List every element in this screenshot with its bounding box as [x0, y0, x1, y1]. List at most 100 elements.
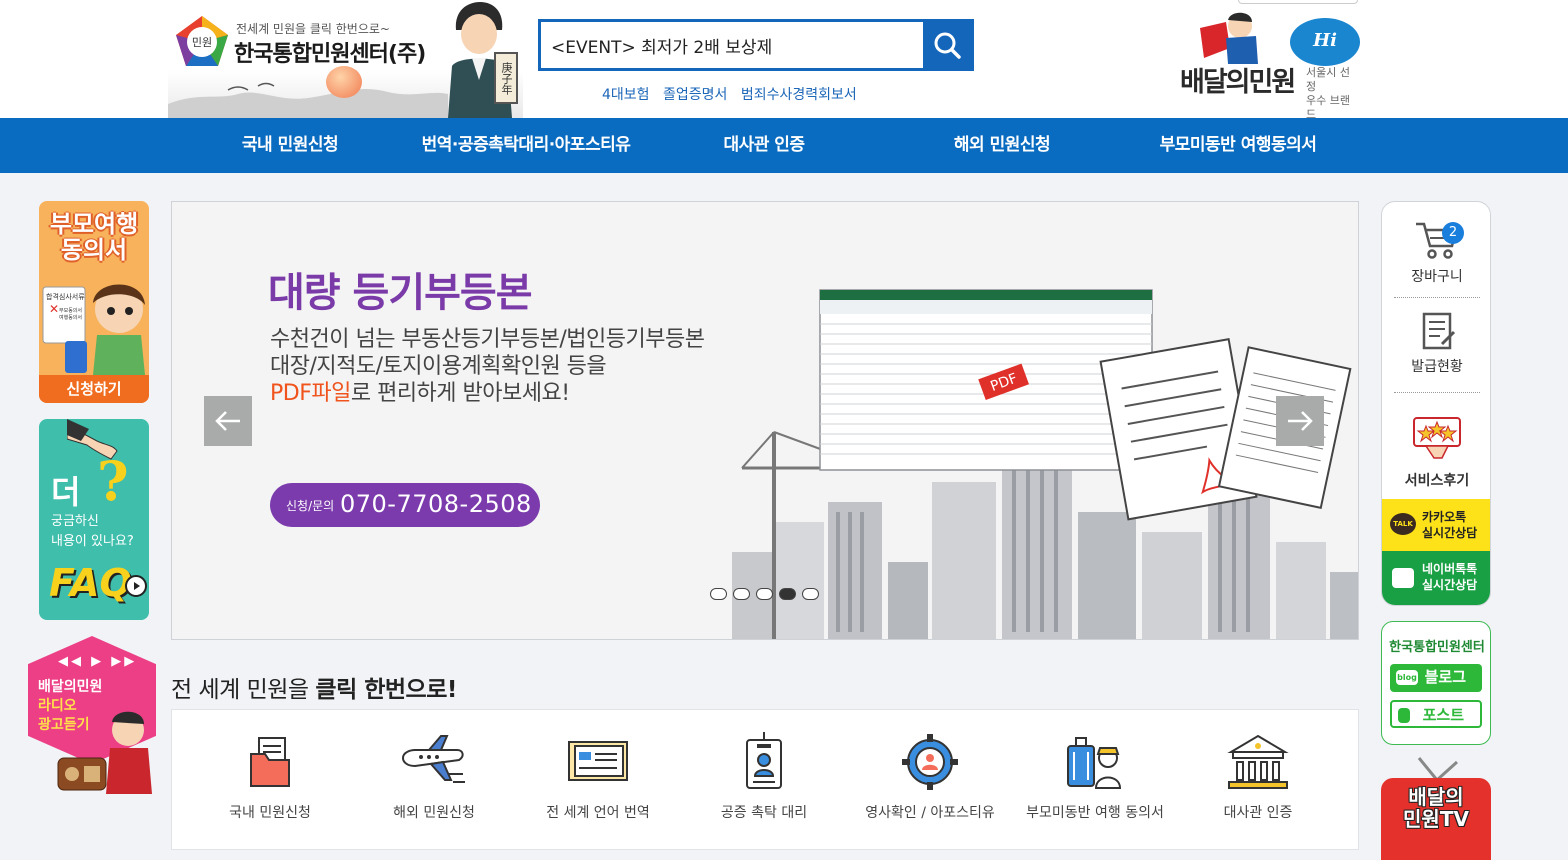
contact-number: 070-7708-2508	[340, 490, 532, 518]
menu-divider	[1394, 392, 1480, 393]
nav-travel-consent[interactable]: 부모미동반 여행동의서	[1160, 118, 1317, 173]
faq-ad[interactable]: 더 ? 궁금하신 내용이 있나요? FAQ	[39, 419, 149, 620]
service-embassy[interactable]: 대사관 인증	[1178, 710, 1338, 851]
faq-line1: 궁금하신	[51, 514, 99, 529]
consent-title-line2: 동의서	[60, 236, 128, 264]
service-notary[interactable]: 공증 촉탁 대리	[684, 710, 844, 851]
service-apostille[interactable]: 영사확인 / 아포스티유	[850, 710, 1010, 851]
blog-box-header: 한국통합민원센터	[1389, 640, 1485, 655]
post-button[interactable]: 포스트	[1390, 700, 1482, 728]
quick-link-criminal-record[interactable]: 범죄수사경력회보서	[741, 87, 857, 103]
svg-text:합격심사서류: 합격심사서류	[46, 292, 85, 301]
cart-count-badge: 2	[1442, 222, 1464, 244]
question-mark-icon: ?	[97, 449, 129, 513]
service-label: 영사확인 / 아포스티유	[865, 805, 995, 821]
tv-line1: 배달의	[1408, 785, 1464, 809]
blog-label: 블로그	[1424, 668, 1466, 686]
hi-seoul-logo: Hi Seoul	[1290, 18, 1360, 97]
blog-links-box: 한국통합민원센터 blog 블로그 포스트	[1381, 621, 1491, 745]
logo-name: 한국통합민원센터(주)	[234, 42, 426, 67]
radio-controls-icon: ◀◀ ▶ ▶▶	[58, 654, 138, 669]
service-label: 대사관 인증	[1223, 805, 1293, 821]
pentagon-logo-icon: 민원	[176, 16, 228, 66]
service-translation[interactable]: 전 세계 언어 번역	[518, 710, 678, 851]
services-title-plain: 전 세계 민원을	[171, 677, 316, 703]
banner-next-button[interactable]	[1276, 396, 1324, 446]
review-button[interactable]: 서비스후기	[1382, 406, 1490, 496]
main-nav: 국내 민원신청 번역·공증촉탁대리·아포스티유 대사관 인증 해외 민원신청 부…	[0, 118, 1568, 173]
brand-badge[interactable]: Hi Seoul 배달의민원 서울시 선정 우수 브랜드	[1178, 0, 1360, 121]
search-input[interactable]	[541, 22, 925, 68]
brand-name: 배달의민원	[1180, 67, 1296, 98]
header: 민원 전세계 민원을 클릭 한번으로~ 한국통합민원센터(주) 庚子年 4대보험…	[0, 0, 1568, 121]
nav-embassy[interactable]: 대사관 인증	[723, 118, 805, 173]
travel-consent-ad[interactable]: 부모여행 동의서 합격심사서류 ✕ 부모동의서 여행동의서 신청하기	[39, 201, 149, 403]
nav-overseas[interactable]: 해외 민원신청	[954, 118, 1051, 173]
contact-pill[interactable]: 신청/문의 070-7708-2508	[270, 483, 540, 527]
slide-dot-4[interactable]	[779, 588, 796, 600]
blog-icon: blog	[1396, 670, 1418, 685]
banner-desc-line3-rest: 로 편리하게 받아보세요!	[350, 381, 570, 406]
slide-dot-3[interactable]	[756, 588, 773, 600]
quick-link-insurance[interactable]: 4대보험	[602, 87, 650, 103]
service-travel-consent[interactable]: 부모미동반 여행 동의서	[1015, 710, 1175, 851]
service-overseas[interactable]: 해외 민원신청	[354, 710, 514, 851]
quick-link-graduation[interactable]: 졸업증명서	[663, 87, 727, 103]
nav-translation[interactable]: 번역·공증촉탁대리·아포스티유	[422, 118, 631, 173]
radio-line1: 배달의민원	[38, 679, 103, 695]
search-button[interactable]	[923, 22, 971, 68]
issue-status-button[interactable]: 발급현황	[1382, 310, 1490, 388]
youtube-tv-ad[interactable]: 배달의 민원TV	[1381, 756, 1491, 860]
services-box: 국내 민원신청 해외 민원신청 전 세계 언어 번역 공증 촉탁 대리 영사확인…	[171, 709, 1359, 850]
play-icon	[125, 575, 147, 597]
brand-subtitle: 서울시 선정 우수 브랜드	[1306, 66, 1360, 122]
top-login-bar	[1238, 0, 1358, 4]
airplane-icon	[401, 735, 465, 783]
banner-prev-button[interactable]	[204, 396, 252, 446]
site-logo[interactable]: 민원 전세계 민원을 클릭 한번으로~ 한국통합민원센터(주) 庚子年	[168, 0, 523, 118]
translation-document-icon	[568, 741, 628, 781]
banner-headline: 대량 등기부등본	[268, 270, 533, 316]
faq-line2: 내용이 있나요?	[51, 534, 134, 549]
kakao-line1: 카카오톡	[1422, 510, 1467, 524]
mountain-ink-icon	[168, 82, 448, 118]
service-label: 공증 촉탁 대리	[720, 805, 808, 821]
svg-text:✕: ✕	[49, 302, 59, 316]
naver-talk-icon	[1392, 568, 1414, 588]
girl-with-document-icon: 합격심사서류 ✕ 부모동의서 여행동의서	[42, 284, 145, 375]
services-title: 전 세계 민원을 클릭 한번으로!	[171, 670, 457, 704]
kakao-talk-icon: TALK	[1390, 513, 1416, 535]
contact-label: 신청/문의	[286, 499, 335, 513]
nav-domestic[interactable]: 국내 민원신청	[242, 118, 339, 173]
consent-apply-button[interactable]: 신청하기	[39, 375, 149, 403]
kakao-chat-button[interactable]: TALK 카카오톡 실시간상담	[1382, 499, 1490, 551]
arrow-right-icon	[1288, 411, 1313, 431]
service-label: 전 세계 언어 번역	[546, 805, 650, 821]
svg-text:여행동의서: 여행동의서	[59, 314, 82, 321]
quick-links: 4대보험 졸업증명서 범죄수사경력회보서	[602, 84, 866, 104]
consent-title-line1: 부모여행	[49, 210, 139, 238]
post-label: 포스트	[1422, 706, 1464, 724]
banner-desc-line2: 대장/지적도/토지이용계획확인원 등을	[270, 354, 607, 379]
radio-ad[interactable]: ◀◀ ▶ ▶▶ 배달의민원 라디오 광고듣기	[28, 636, 156, 794]
consent-ad-title: 부모여행 동의서	[39, 211, 149, 263]
radio-mascot-icon	[57, 711, 152, 794]
banner-desc-line3: PDF파일로 편리하게 받아보세요!	[270, 380, 704, 407]
slide-dot-2[interactable]	[733, 588, 750, 600]
issue-status-label: 발급현황	[1411, 359, 1463, 375]
svg-text:민원: 민원	[192, 36, 212, 49]
slide-dot-5[interactable]	[802, 588, 819, 600]
review-stars-icon	[1413, 417, 1461, 459]
service-domestic[interactable]: 국내 민원신청	[190, 710, 350, 851]
city-documents-illustration: PDF	[732, 289, 1358, 639]
naver-talk-button[interactable]: 네이버톡톡 실시간상담	[1382, 551, 1490, 605]
cart-button[interactable]: 2 장바구니	[1382, 218, 1490, 296]
right-quick-menu: 2 장바구니 발급현황 서비스후기 TALK 카카오톡 실시간상담 네이버톡톡	[1381, 201, 1491, 606]
faq-big-text: 더	[51, 473, 81, 511]
service-label: 해외 민원신청	[393, 805, 475, 821]
service-label: 부모미동반 여행 동의서	[1026, 805, 1164, 821]
faq-label: FAQ	[49, 561, 132, 605]
slide-dot-1[interactable]	[710, 588, 727, 600]
tv-ad-text: 배달의 민원TV	[1401, 786, 1471, 830]
blog-button[interactable]: blog 블로그	[1390, 664, 1482, 692]
